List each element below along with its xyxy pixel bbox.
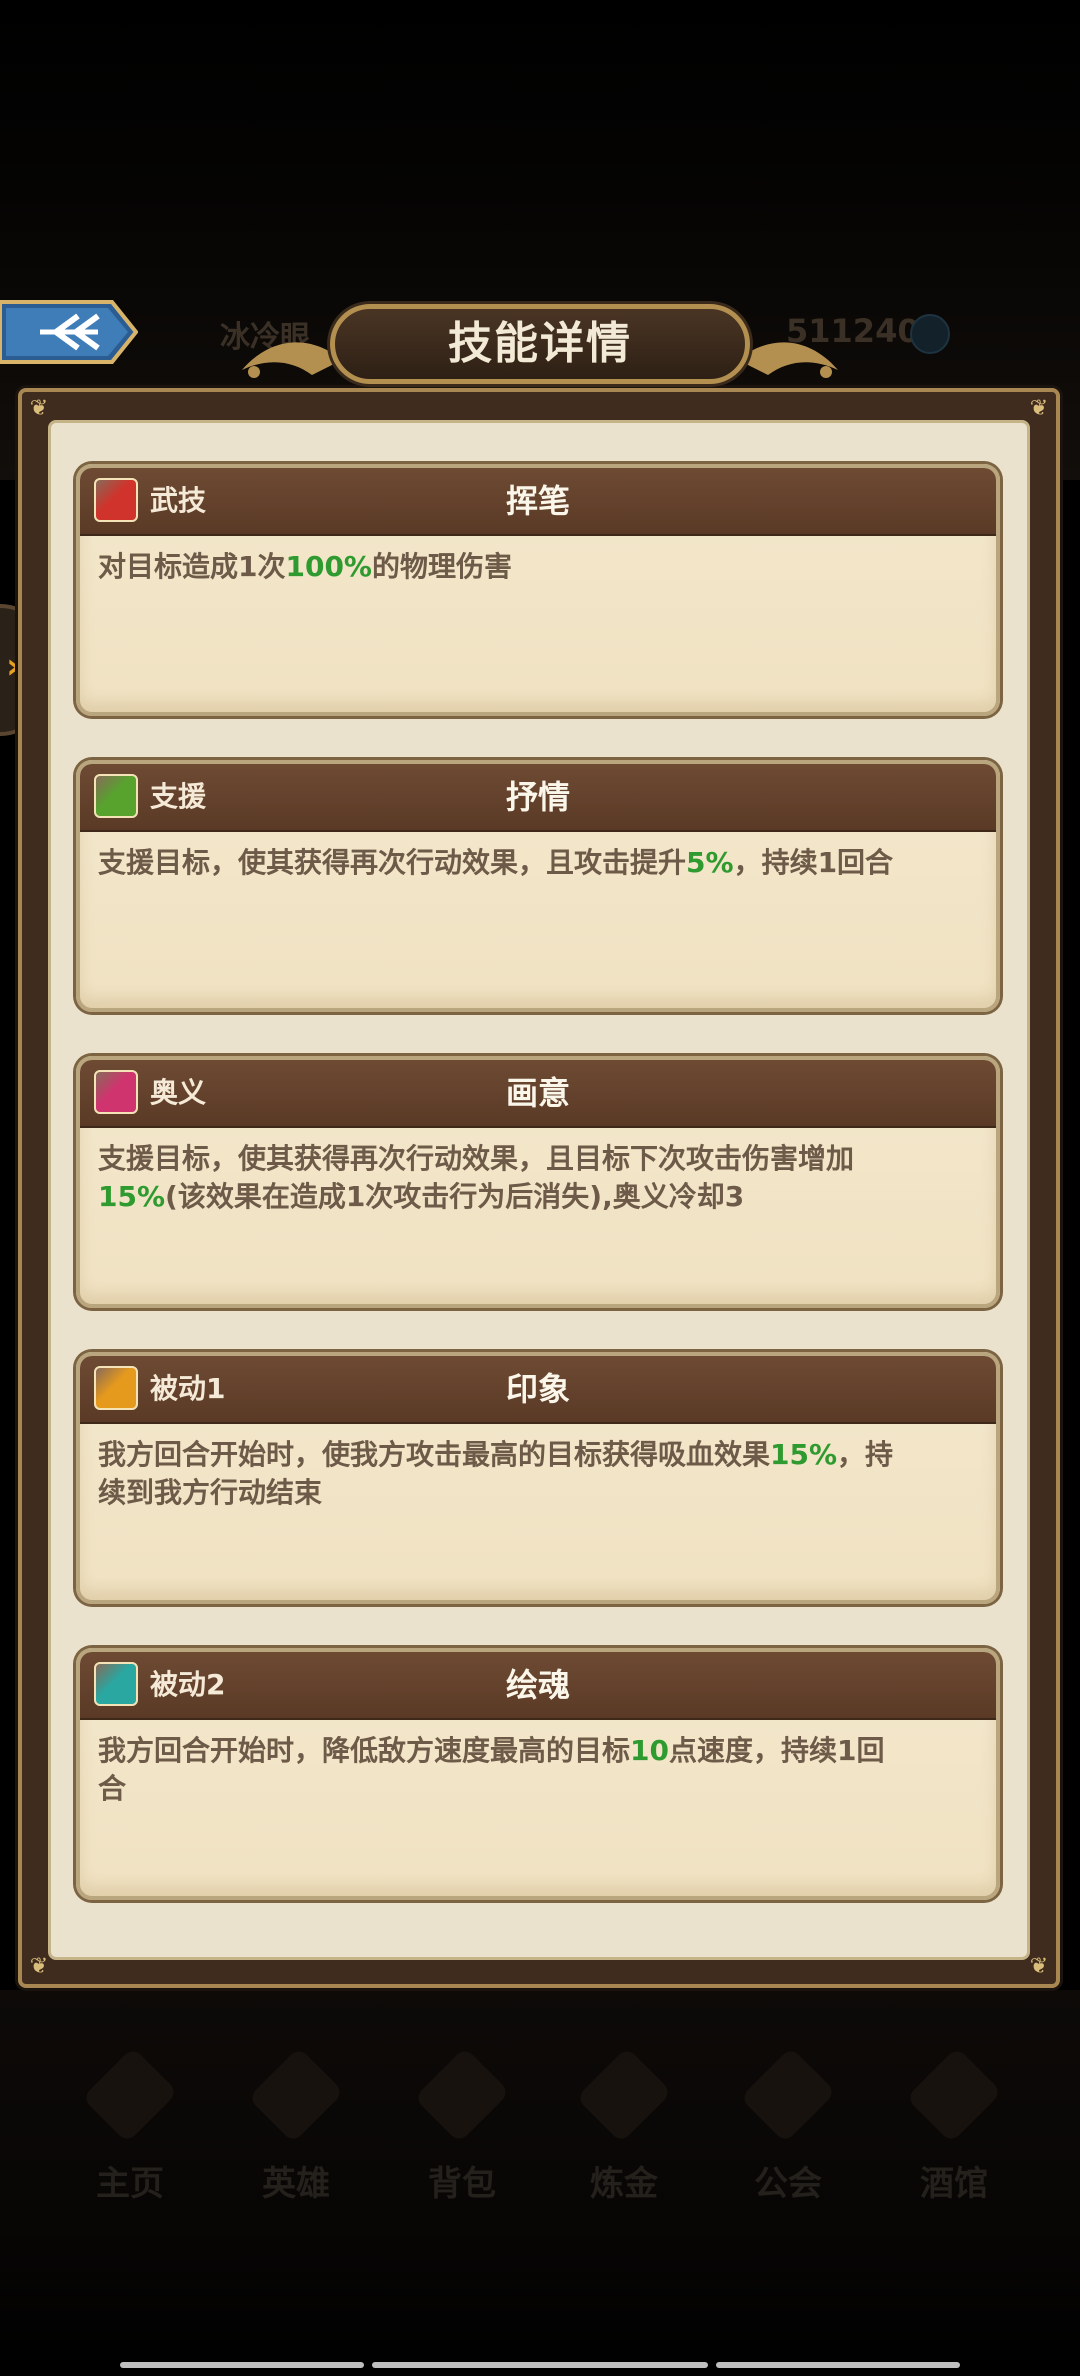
system-home-indicator [372, 2362, 708, 2368]
skill-card-header: 画意 奥义 [80, 1060, 996, 1128]
skill-card[interactable]: 抒情 支援支援目标，使其获得再次行动效果，且攻击提升5%，持续1回合 [76, 760, 1000, 1012]
skill-description: 我方回合开始时，降低敌方速度最高的目标10点速度，持续1回合 [98, 1732, 898, 1808]
nav-item: 公会 [718, 2040, 858, 2230]
skill-description: 支援目标，使其获得再次行动效果，且目标下次攻击伤害增加 15%(该效果在造成1次攻… [98, 1140, 898, 1216]
skill-description-text: 支援目标，使其获得再次行动效果，且攻击提升 [98, 846, 687, 879]
page-title: 技能详情 [448, 318, 632, 369]
nav-icon [575, 2046, 673, 2144]
bottom-nav: 主页 英雄 背包 炼金 公会 酒馆 [0, 2040, 1080, 2230]
system-home-indicator [120, 2362, 364, 2368]
nav-icon [81, 2046, 179, 2144]
skill-card[interactable]: 画意 奥义支援目标，使其获得再次行动效果，且目标下次攻击伤害增加 15%(该效果在造… [76, 1056, 1000, 1308]
system-home-indicator [716, 2362, 960, 2368]
skill-name: 挥笔 [505, 482, 570, 520]
support-icon [94, 774, 138, 818]
nav-icon [247, 2046, 345, 2144]
title-plaque: 技能详情 [330, 304, 750, 384]
skill-card[interactable]: 挥笔 武技对目标造成1次100%的物理伤害 [76, 464, 1000, 716]
skill-highlight-value: 15% [770, 1438, 838, 1471]
skill-highlight-value: 100% [285, 550, 372, 583]
passive-spirit-icon [94, 1662, 138, 1706]
ultimate-icon [94, 1070, 138, 1114]
nav-icon [739, 2046, 837, 2144]
skill-card[interactable]: 绘魂 被动2 我方回合开始时，降低敌方速度最高的目标10点速度，持续1回合 [76, 1648, 1000, 1900]
skill-card-header: 挥笔 武技 [80, 468, 996, 536]
nav-item: 炼金 [554, 2040, 694, 2230]
skill-description: 我方回合开始时，使我方攻击最高的目标获得吸血效果15%，持续到我方行动结束 [98, 1436, 898, 1512]
skill-highlight-value: 15% [98, 1180, 166, 1213]
skill-name: 画意 [505, 1074, 570, 1112]
skill-type-label: 支援 [150, 780, 207, 813]
nav-item: 英雄 [226, 2040, 366, 2230]
skill-description: 对目标造成1次100%的物理伤害 [98, 548, 898, 586]
skill-card-header: 绘魂 被动2 [80, 1652, 996, 1720]
skill-description: 支援目标，使其获得再次行动效果，且攻击提升5%，持续1回合 [98, 844, 898, 882]
nav-label: 英雄 [262, 2164, 330, 2204]
skill-type-label: 被动1 [150, 1372, 226, 1405]
nav-label: 背包 [428, 2164, 496, 2204]
right-wing-ornament-icon [738, 342, 838, 378]
corner-ornament-icon: ❦ [29, 1954, 49, 1979]
skill-highlight-value: 5% [686, 846, 734, 879]
skill-description-text: 我方回合开始时，降低敌方速度最高的目标 [98, 1734, 631, 1767]
skill-description-text: 支援目标，使其获得再次行动效果，且目标下次攻击伤害增加 [98, 1142, 855, 1175]
nav-icon [905, 2046, 1003, 2144]
left-wing-ornament-icon [242, 342, 342, 378]
passive-person-icon [94, 1366, 138, 1410]
gem-icon [910, 314, 950, 354]
skill-description-text: (该效果在造成1次攻击行为后消失),奥义冷却3 [165, 1180, 745, 1213]
corner-ornament-icon: ❦ [1029, 396, 1049, 421]
skill-description-text: 的物理伤害 [372, 550, 513, 583]
skill-description-text: 对目标造成1次 [98, 550, 286, 583]
skill-type-label: 被动2 [150, 1668, 226, 1701]
skill-description-text: 我方回合开始时，使我方攻击最高的目标获得吸血效果 [98, 1438, 771, 1471]
sword-icon [94, 478, 138, 522]
nav-item: 酒馆 [884, 2040, 1024, 2230]
nav-label: 公会 [754, 2164, 822, 2204]
nav-label: 炼金 [590, 2164, 658, 2204]
nav-icon [413, 2046, 511, 2144]
nav-item: 主页 [60, 2040, 200, 2230]
skill-description-text: ，持续1回合 [733, 846, 894, 879]
nav-label: 酒馆 [920, 2164, 988, 2204]
skill-card-header: 抒情 支援 [80, 764, 996, 832]
back-arrow-icon [0, 300, 139, 364]
corner-ornament-icon: ❦ [29, 396, 49, 421]
nav-item: 背包 [392, 2040, 532, 2230]
skill-name: 抒情 [505, 778, 570, 816]
skill-card[interactable]: 印象 被动1 我方回合开始时，使我方攻击最高的目标获得吸血效果15%，持续到我方行动… [76, 1352, 1000, 1604]
back-button[interactable] [0, 298, 139, 366]
corner-ornament-icon: ❦ [1029, 1954, 1049, 1979]
skill-type-label: 武技 [150, 484, 207, 517]
skill-highlight-value: 10 [630, 1734, 669, 1767]
nav-label: 主页 [96, 2164, 164, 2204]
skill-card-header: 印象 被动1 [80, 1356, 996, 1424]
skill-type-label: 奥义 [150, 1076, 207, 1109]
